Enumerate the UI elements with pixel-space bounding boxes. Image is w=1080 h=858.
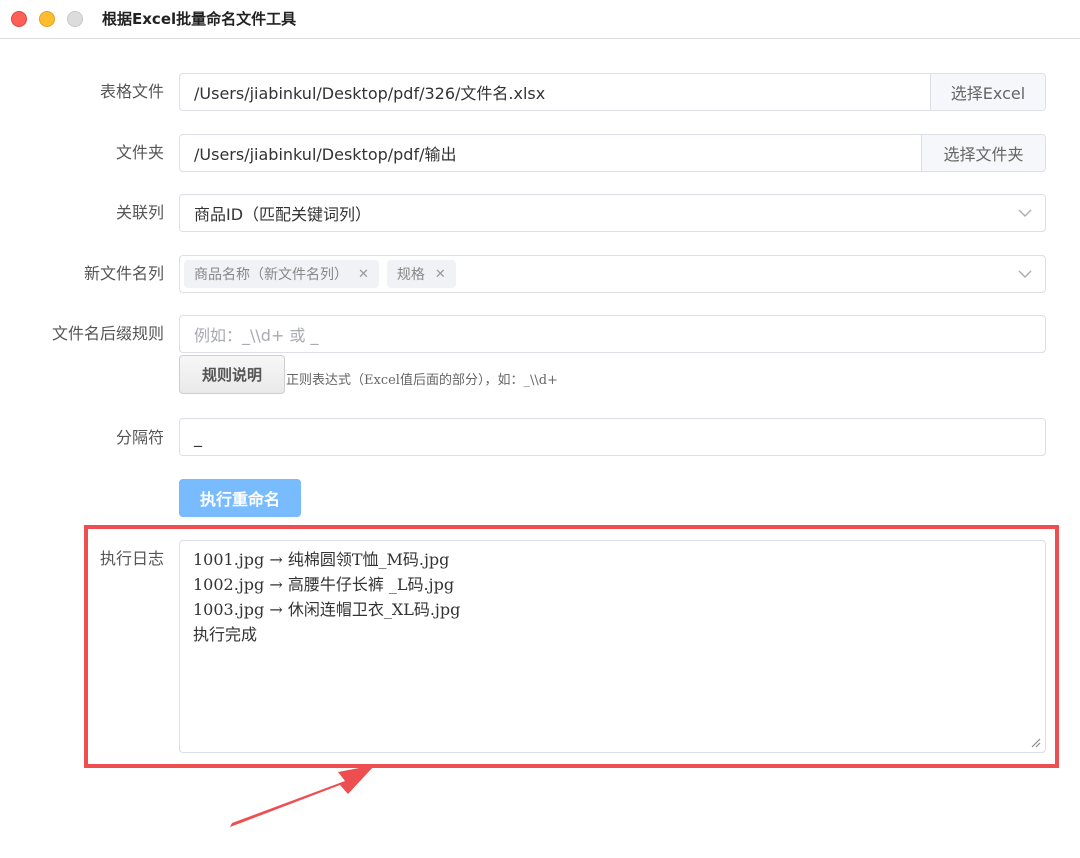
log-line: 执行完成	[193, 625, 258, 644]
match-column-value: 商品ID（匹配关键词列）	[194, 205, 372, 224]
separator-value: _	[194, 427, 202, 447]
tag-spec: 规格 ✕	[386, 260, 456, 288]
suffix-rule-hint: 正则表达式（Excel值后面的部分），如：_\\d+	[286, 373, 558, 388]
excel-file-field: /Users/jiabinkul/Desktop/pdf/326/文件名.xls…	[179, 73, 1046, 111]
log-textarea[interactable]: 1001.jpg → 纯棉圆领T恤_M码.jpg 1002.jpg → 高腰牛仔…	[179, 540, 1046, 753]
suffix-rule-label: 文件名后缀规则	[51, 324, 164, 343]
log-label: 执行日志	[99, 549, 164, 568]
tag-label: 规格	[396, 267, 425, 283]
new-name-columns-label: 新文件名列	[83, 264, 164, 283]
close-icon[interactable]: ✕	[435, 267, 446, 282]
chevron-down-icon	[1005, 195, 1045, 231]
match-column-label: 关联列	[115, 203, 164, 222]
choose-excel-button[interactable]: 选择Excel	[930, 74, 1045, 110]
maximize-window-button[interactable]	[67, 11, 83, 27]
separator-label: 分隔符	[115, 428, 164, 447]
tag-product-name: 商品名称（新文件名列） ✕	[184, 260, 379, 288]
log-line: 1003.jpg → 休闲连帽卫衣_XL码.jpg	[193, 600, 461, 619]
folder-label: 文件夹	[115, 143, 164, 162]
window-title: 根据Excel批量命名文件工具	[102, 10, 297, 28]
separator-input[interactable]: _	[179, 418, 1046, 456]
suffix-rule-placeholder: 例如：_\\d+ 或 _	[194, 326, 319, 345]
resize-handle-icon[interactable]	[1029, 736, 1041, 748]
new-name-columns-select[interactable]: 商品名称（新文件名列） ✕ 规格 ✕	[179, 255, 1046, 293]
excel-file-path[interactable]: /Users/jiabinkul/Desktop/pdf/326/文件名.xls…	[180, 80, 930, 104]
close-window-button[interactable]	[11, 11, 27, 27]
match-column-select[interactable]: 商品ID（匹配关键词列）	[179, 194, 1046, 232]
folder-path[interactable]: /Users/jiabinkul/Desktop/pdf/输出	[180, 141, 921, 165]
tag-list: 商品名称（新文件名列） ✕ 规格 ✕	[180, 260, 1005, 288]
app-window: 根据Excel批量命名文件工具 表格文件 /Users/jiabinkul/De…	[0, 0, 1080, 858]
choose-folder-button[interactable]: 选择文件夹	[921, 135, 1045, 171]
chevron-down-icon	[1005, 256, 1045, 292]
tag-label: 商品名称（新文件名列）	[194, 267, 348, 283]
minimize-window-button[interactable]	[39, 11, 55, 27]
rule-help-button[interactable]: 规则说明	[179, 355, 285, 394]
annotation-arrow-icon	[230, 765, 375, 827]
suffix-rule-input[interactable]: 例如：_\\d+ 或 _	[179, 315, 1046, 353]
log-line: 1002.jpg → 高腰牛仔长裤 _L码.jpg	[193, 575, 455, 594]
folder-field: /Users/jiabinkul/Desktop/pdf/输出 选择文件夹	[179, 134, 1046, 172]
log-line: 1001.jpg → 纯棉圆领T恤_M码.jpg	[193, 550, 450, 569]
excel-file-label: 表格文件	[99, 82, 164, 101]
close-icon[interactable]: ✕	[358, 267, 369, 282]
title-bar: 根据Excel批量命名文件工具	[0, 0, 1080, 39]
run-rename-button[interactable]: 执行重命名	[179, 479, 301, 517]
